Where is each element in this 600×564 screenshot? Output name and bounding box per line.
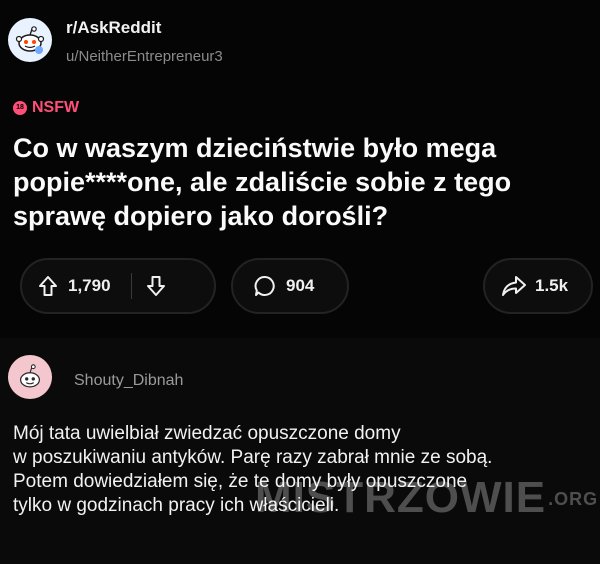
comment-bubble-icon [253, 274, 277, 298]
comment-author[interactable]: Shouty_Dibnah [74, 372, 183, 390]
upvote-arrow-icon[interactable] [38, 275, 58, 297]
comment-avatar[interactable] [8, 355, 52, 399]
site-watermark: MISTRZOWIE .ORG [255, 472, 598, 522]
share-count: 1.5k [535, 276, 569, 295]
downvote-arrow-icon[interactable] [146, 275, 166, 297]
comment-line: w poszukiwaniu antyków. Parę razy zabrał… [13, 447, 493, 468]
subreddit-avatar[interactable] [8, 18, 52, 62]
share-arrow-icon [501, 275, 527, 297]
nsfw-label: NSFW [32, 99, 80, 116]
comments-button[interactable]: 904 [231, 258, 349, 314]
watermark-suffix: .ORG [548, 489, 599, 509]
nsfw-badge: 18 NSFW [13, 99, 79, 117]
share-button[interactable]: 1.5k [483, 258, 593, 314]
nsfw-badge-icon: 18 [13, 101, 27, 115]
vote-bar: 1,790 [20, 258, 216, 314]
post-title[interactable]: Co w waszym dzieciństwie było mega popie… [13, 131, 593, 233]
watermark-text: MISTRZOWIE [255, 473, 547, 522]
comment-line: Mój tata uwielbiał zwiedzać opuszczone d… [13, 423, 401, 444]
reddit-alien-icon [15, 26, 45, 54]
subreddit-name[interactable]: r/AskReddit [66, 18, 161, 38]
post-author[interactable]: u/NeitherEntrepreneur3 [66, 48, 223, 65]
upvote-count: 1,790 [68, 276, 111, 295]
reddit-alien-icon [20, 364, 40, 388]
vote-divider [130, 273, 132, 299]
comment-count: 904 [286, 276, 315, 295]
